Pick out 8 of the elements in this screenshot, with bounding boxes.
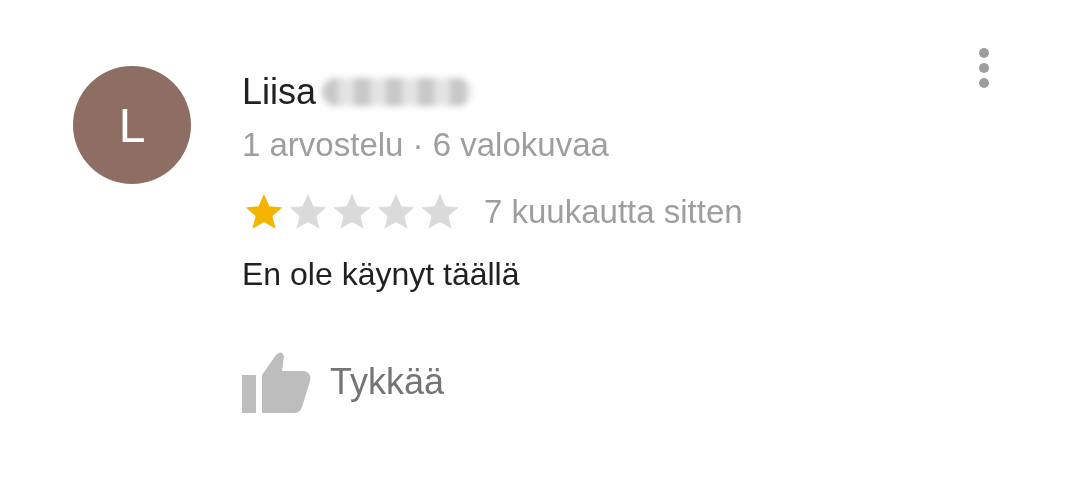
- thumbs-up-icon: [242, 351, 312, 413]
- more-options-icon[interactable]: [978, 48, 990, 88]
- author-name: Liisa: [242, 71, 317, 113]
- avatar: L: [73, 66, 191, 184]
- review-time: 7 kuukautta sitten: [484, 193, 743, 231]
- review-text: En ole käynyt täällä: [242, 256, 521, 293]
- like-button[interactable]: Tykkää: [242, 351, 445, 413]
- author-meta: 1 arvostelu · 6 valokuvaa: [242, 126, 610, 164]
